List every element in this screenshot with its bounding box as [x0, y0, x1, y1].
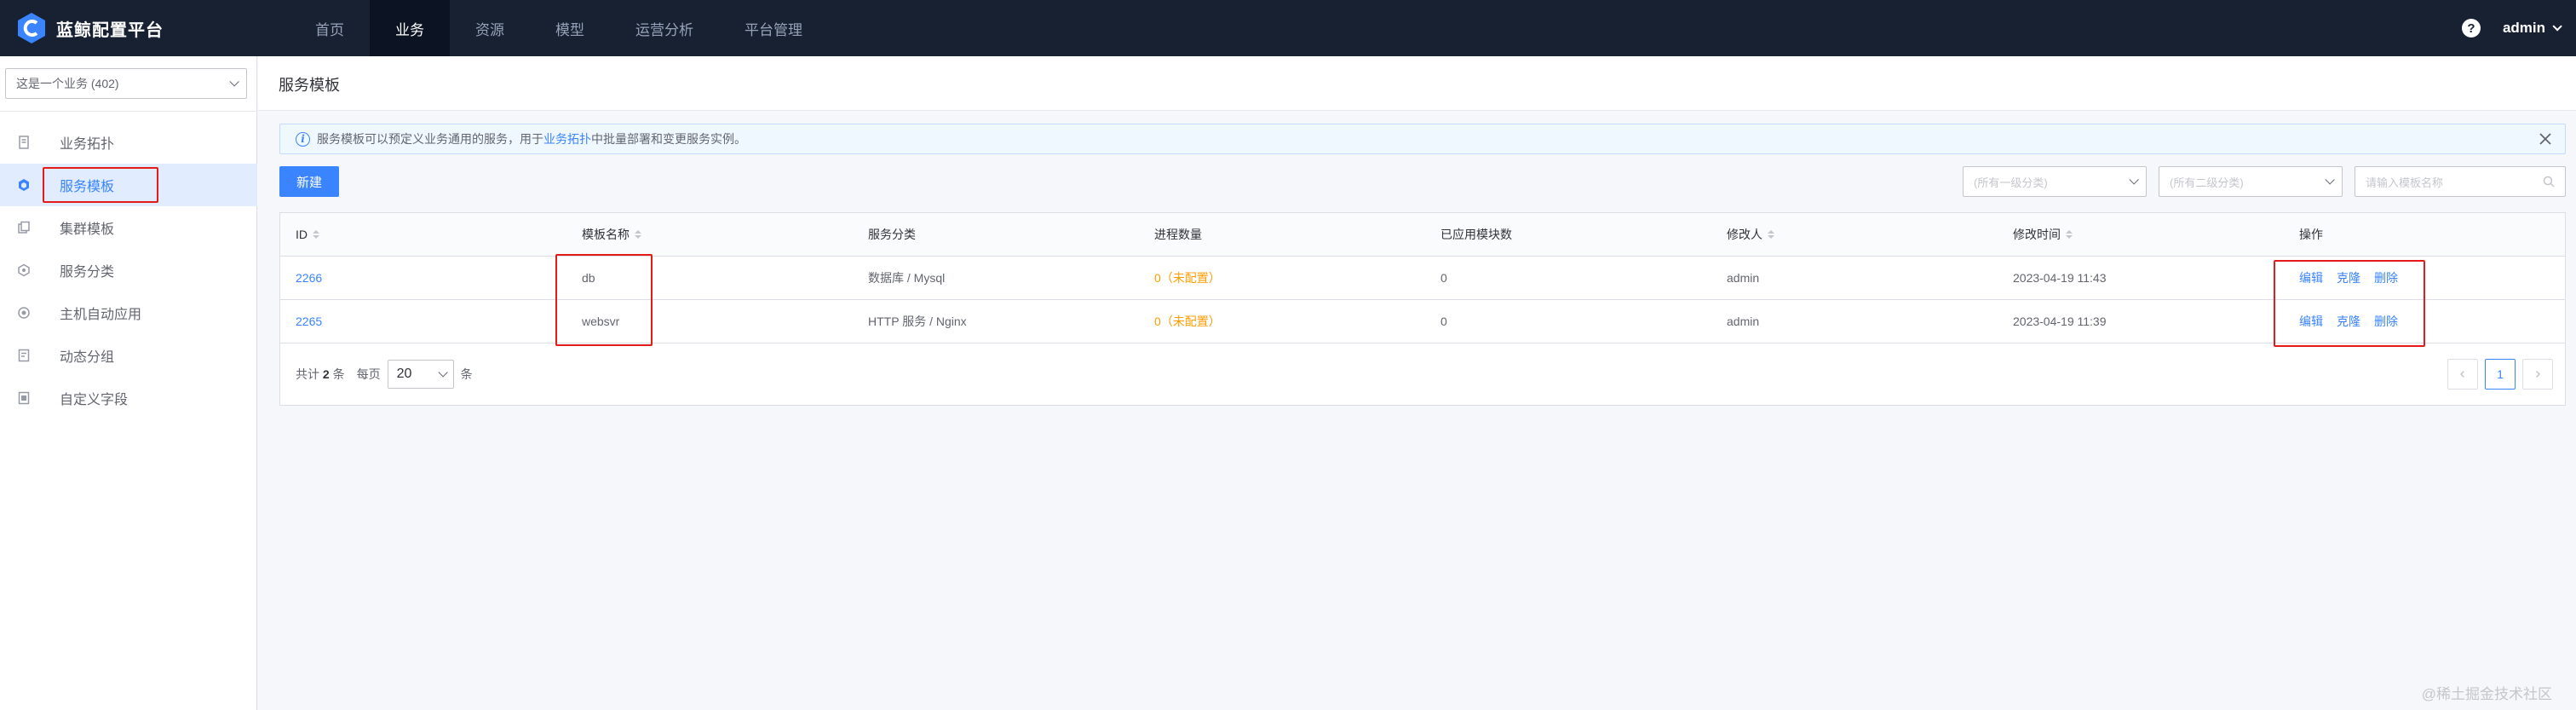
category1-placeholder: (所有一级分类): [1974, 176, 2048, 189]
category2-placeholder: (所有二级分类): [2170, 176, 2244, 189]
template-id-link[interactable]: 2265: [296, 315, 322, 328]
business-select-value: 这是一个业务 (402): [16, 77, 119, 90]
business-select[interactable]: 这是一个业务 (402): [5, 68, 247, 99]
service-category-icon: [17, 263, 31, 277]
cluster-template-icon: [17, 221, 31, 234]
service-template-icon: [17, 178, 31, 192]
highlight-box-template-names: [555, 254, 653, 346]
sidebar: 这是一个业务 (402) 业务拓扑 服务模板 集群模板 服务分类 主机自动应用 …: [0, 56, 257, 710]
sort-icon[interactable]: [635, 230, 641, 239]
column-service-category: 服务分类: [868, 228, 916, 241]
search-icon: [2543, 176, 2555, 188]
total-count: 共计 2 条: [296, 367, 345, 381]
nav-business[interactable]: 业务: [370, 0, 450, 56]
highlight-box: [43, 167, 158, 203]
sidebar-item-business-topology[interactable]: 业务拓扑: [0, 121, 257, 164]
chevron-down-icon: [2325, 175, 2335, 185]
column-process-count: 进程数量: [1154, 228, 1202, 241]
notice-text: 服务模板可以预定义业务通用的服务，用于: [317, 132, 543, 146]
sidebar-item-label: 自定义字段: [60, 393, 129, 407]
sidebar-item-label: 服务分类: [60, 265, 115, 280]
bk-logo-icon: [17, 12, 46, 44]
info-notice: i 服务模板可以预定义业务通用的服务，用于 业务拓扑 中批量部署和变更服务实例。: [279, 124, 2566, 154]
modifier: admin: [1727, 315, 1760, 328]
custom-field-icon: [17, 391, 31, 405]
sidebar-item-label: 集群模板: [60, 222, 115, 237]
sort-icon[interactable]: [1768, 230, 1774, 239]
nav-platform-admin[interactable]: 平台管理: [719, 0, 828, 56]
column-modifier[interactable]: 修改人: [1711, 226, 1998, 243]
notice-link-business-topology[interactable]: 业务拓扑: [543, 130, 591, 147]
app-title: 蓝鲸配置平台: [56, 20, 164, 40]
app-logo[interactable]: 蓝鲸配置平台: [17, 0, 164, 56]
sidebar-item-service-category[interactable]: 服务分类: [0, 249, 257, 292]
nav-model[interactable]: 模型: [530, 0, 610, 56]
chevron-down-icon: [2552, 21, 2562, 32]
page-header: 服务模板: [258, 56, 2576, 111]
applied-modules: 0: [1440, 315, 1447, 328]
process-count: 0（未配置）: [1154, 315, 1221, 328]
dynamic-group-icon: [17, 349, 31, 362]
prev-page-button[interactable]: [2447, 359, 2478, 390]
sidebar-item-host-auto-apply[interactable]: 主机自动应用: [0, 292, 257, 334]
service-category: HTTP 服务 / Nginx: [868, 315, 967, 328]
template-id-link[interactable]: 2266: [296, 271, 322, 285]
sidebar-item-label: 动态分组: [60, 350, 115, 365]
top-right-tools: ? admin: [2461, 0, 2562, 56]
sidebar-divider: [0, 111, 257, 112]
sidebar-menu: 业务拓扑 服务模板 集群模板 服务分类 主机自动应用 动态分组 自定义字段: [0, 121, 257, 419]
column-applied-modules: 已应用模块数: [1440, 228, 1512, 241]
table-header-row: ID 模板名称 服务分类 进程数量 已应用模块数 修改人 修改时间 操作: [280, 213, 2565, 257]
page-nav: 1: [2447, 359, 2553, 390]
category2-select[interactable]: (所有二级分类): [2159, 166, 2343, 197]
chevron-left-icon: [2459, 370, 2465, 378]
sidebar-item-custom-field[interactable]: 自定义字段: [0, 377, 257, 419]
applied-modules: 0: [1440, 271, 1447, 285]
page-size-select[interactable]: 20: [387, 360, 454, 389]
column-id[interactable]: ID: [280, 228, 566, 241]
per-page: 每页 20 条: [357, 360, 473, 389]
sidebar-item-dynamic-group[interactable]: 动态分组: [0, 334, 257, 377]
info-icon: i: [296, 131, 310, 147]
column-template-name[interactable]: 模板名称: [566, 226, 853, 243]
user-menu[interactable]: admin: [2502, 20, 2562, 37]
sort-icon[interactable]: [2066, 230, 2073, 239]
pagination: 共计 2 条 每页 20 条 1: [280, 343, 2565, 405]
notice-text-suffix: 中批量部署和变更服务实例。: [591, 132, 746, 146]
chevron-right-icon: [2535, 370, 2541, 378]
chevron-down-icon: [229, 77, 239, 87]
category1-select[interactable]: (所有一级分类): [1963, 166, 2147, 197]
sidebar-item-cluster-template[interactable]: 集群模板: [0, 206, 257, 249]
nav-resource[interactable]: 资源: [450, 0, 530, 56]
column-modified-time[interactable]: 修改时间: [1998, 226, 2284, 243]
sidebar-item-label: 业务拓扑: [60, 137, 115, 152]
modifier: admin: [1727, 271, 1760, 285]
process-count: 0（未配置）: [1154, 271, 1221, 285]
sort-icon[interactable]: [313, 230, 319, 239]
highlight-box-actions: [2274, 260, 2425, 347]
host-auto-apply-icon: [17, 306, 31, 320]
modified-time: 2023-04-19 11:39: [2013, 315, 2107, 328]
template-name-search[interactable]: 请输入模板名称: [2355, 166, 2566, 197]
next-page-button[interactable]: [2522, 359, 2553, 390]
help-icon[interactable]: ?: [2461, 19, 2481, 38]
close-icon[interactable]: [2538, 131, 2553, 147]
nav-analytics[interactable]: 运营分析: [610, 0, 719, 56]
nav-home[interactable]: 首页: [290, 0, 370, 56]
modified-time: 2023-04-19 11:43: [2013, 271, 2107, 285]
sidebar-item-label: 主机自动应用: [60, 308, 142, 322]
new-button[interactable]: 新建: [279, 166, 339, 197]
column-actions: 操作: [2299, 228, 2323, 241]
username: admin: [2502, 20, 2545, 36]
topology-icon: [17, 136, 31, 149]
main-nav: 首页 业务 资源 模型 运营分析 平台管理: [290, 0, 828, 56]
search-input-placeholder: 请输入模板名称: [2366, 176, 2444, 189]
watermark: @稀土掘金技术社区: [2421, 686, 2552, 702]
page-title: 服务模板: [279, 77, 340, 94]
chevron-down-icon: [2129, 175, 2139, 185]
page-1-button[interactable]: 1: [2485, 359, 2516, 390]
top-nav-bar: 蓝鲸配置平台 首页 业务 资源 模型 运营分析 平台管理 ? admin: [0, 0, 2576, 56]
service-category: 数据库 / Mysql: [868, 271, 946, 285]
chevron-down-icon: [438, 367, 448, 378]
